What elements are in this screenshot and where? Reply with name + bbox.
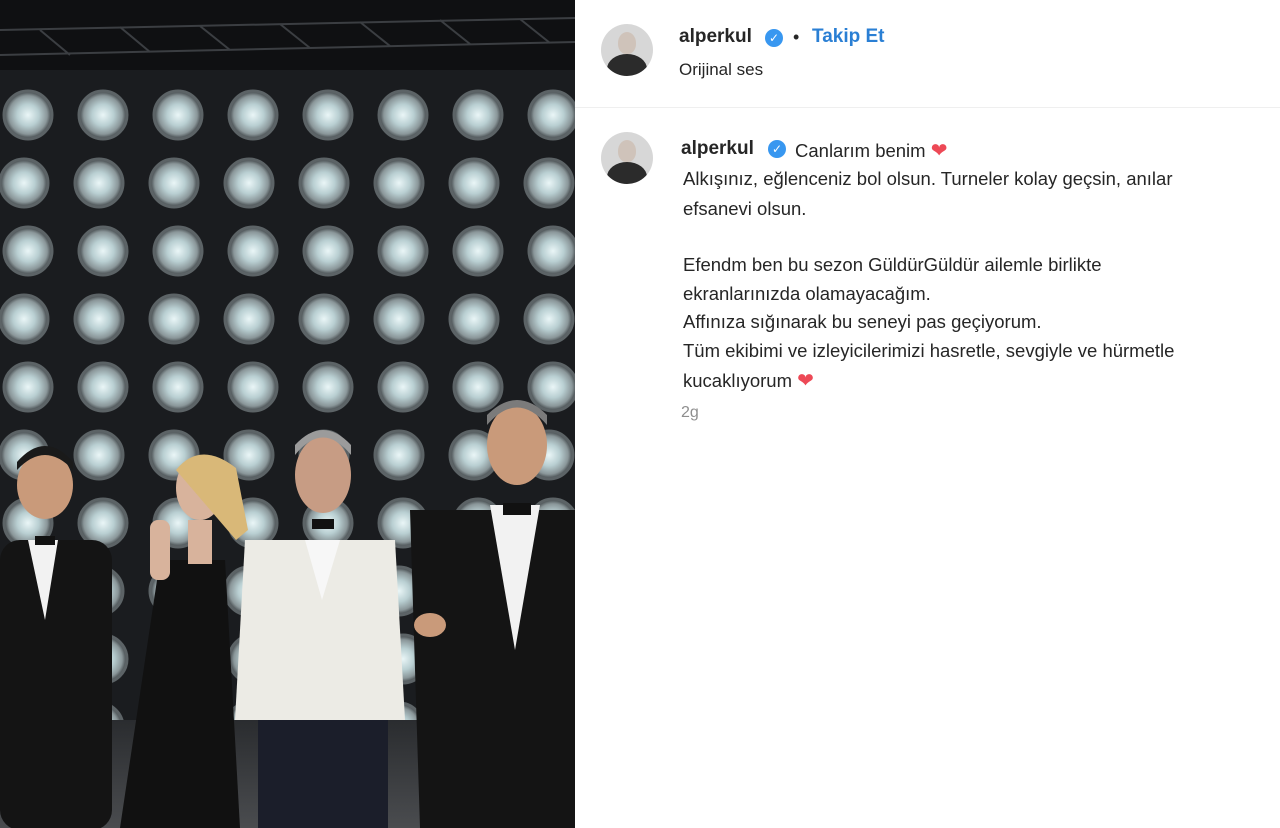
caption-last-line: kucaklıyorum ❤ bbox=[683, 368, 814, 393]
post-header: alperkul ✓ • Takip Et Orijinal ses bbox=[575, 0, 1280, 108]
stage-light bbox=[0, 157, 50, 209]
stage-light bbox=[523, 293, 575, 345]
stage-light bbox=[302, 225, 354, 277]
stage-light bbox=[0, 293, 50, 345]
stage-light bbox=[77, 89, 129, 141]
stage-light bbox=[148, 293, 200, 345]
stage-light bbox=[2, 225, 54, 277]
stage-light bbox=[452, 89, 504, 141]
stage-light bbox=[448, 293, 500, 345]
caption-line: ekranlarınızda olamayacağım. bbox=[683, 283, 931, 304]
stage-light bbox=[298, 157, 350, 209]
stage-light bbox=[527, 225, 575, 277]
stage-light bbox=[373, 157, 425, 209]
separator-dot: • bbox=[793, 27, 800, 47]
stage-photo bbox=[0, 0, 575, 828]
stage-light bbox=[77, 497, 129, 549]
stage-light bbox=[152, 225, 204, 277]
caption-avatar[interactable] bbox=[601, 132, 653, 184]
stage-light bbox=[452, 361, 504, 413]
verified-badge-icon: ✓ bbox=[768, 140, 786, 158]
stage-light bbox=[452, 225, 504, 277]
stage-light bbox=[227, 361, 279, 413]
stage-light bbox=[523, 157, 575, 209]
follow-button[interactable]: Takip Et bbox=[812, 26, 885, 48]
heart-emoji-icon: ❤ bbox=[930, 140, 948, 162]
stage-light bbox=[373, 429, 425, 481]
stage-light bbox=[73, 157, 125, 209]
heart-emoji-icon: ❤ bbox=[797, 370, 814, 392]
stage-light bbox=[448, 157, 500, 209]
stage-light bbox=[2, 361, 54, 413]
caption-text: Canlarım benim bbox=[795, 140, 926, 161]
stage-light bbox=[227, 89, 279, 141]
stage-light bbox=[302, 89, 354, 141]
stage-light bbox=[527, 361, 575, 413]
stage-light bbox=[73, 429, 125, 481]
caption-first-line: Canlarım benim ❤ bbox=[795, 138, 947, 163]
caption-line: efsanevi olsun. bbox=[683, 198, 807, 219]
stage-light bbox=[73, 293, 125, 345]
stage-light bbox=[377, 89, 429, 141]
post-username[interactable]: alperkul bbox=[679, 26, 752, 48]
post-media-photo[interactable] bbox=[0, 0, 575, 828]
original-audio-link[interactable]: Orijinal ses bbox=[679, 60, 763, 80]
stage-light bbox=[377, 361, 429, 413]
profile-avatar[interactable] bbox=[601, 24, 653, 76]
stage-light bbox=[77, 361, 129, 413]
caption-text: kucaklıyorum bbox=[683, 370, 792, 391]
post-timestamp[interactable]: 2g bbox=[681, 404, 699, 422]
stage-light bbox=[2, 89, 54, 141]
verified-badge-icon: ✓ bbox=[765, 29, 783, 47]
stage-light bbox=[148, 157, 200, 209]
stage-light bbox=[152, 89, 204, 141]
caption-line: Affınıza sığınarak bu seneyi pas geçiyor… bbox=[683, 311, 1042, 332]
stage-light bbox=[227, 225, 279, 277]
stage-light bbox=[302, 361, 354, 413]
stage-light bbox=[527, 89, 575, 141]
caption-line: Tüm ekibimi ve izleyicilerimizi hasretle… bbox=[683, 340, 1175, 361]
post-side-panel: alperkul ✓ • Takip Et Orijinal ses alper… bbox=[575, 0, 1280, 828]
caption-line: Alkışınız, eğlenceniz bol olsun. Turnele… bbox=[683, 168, 1173, 189]
caption-username[interactable]: alperkul bbox=[681, 138, 754, 160]
stage-light bbox=[223, 157, 275, 209]
stage-light bbox=[298, 293, 350, 345]
stage-light bbox=[77, 225, 129, 277]
stage-light bbox=[152, 361, 204, 413]
caption-line: Efendm ben bu sezon GüldürGüldür ailemle… bbox=[683, 254, 1102, 275]
stage-light bbox=[377, 225, 429, 277]
stage-light bbox=[223, 293, 275, 345]
stage-light bbox=[373, 293, 425, 345]
